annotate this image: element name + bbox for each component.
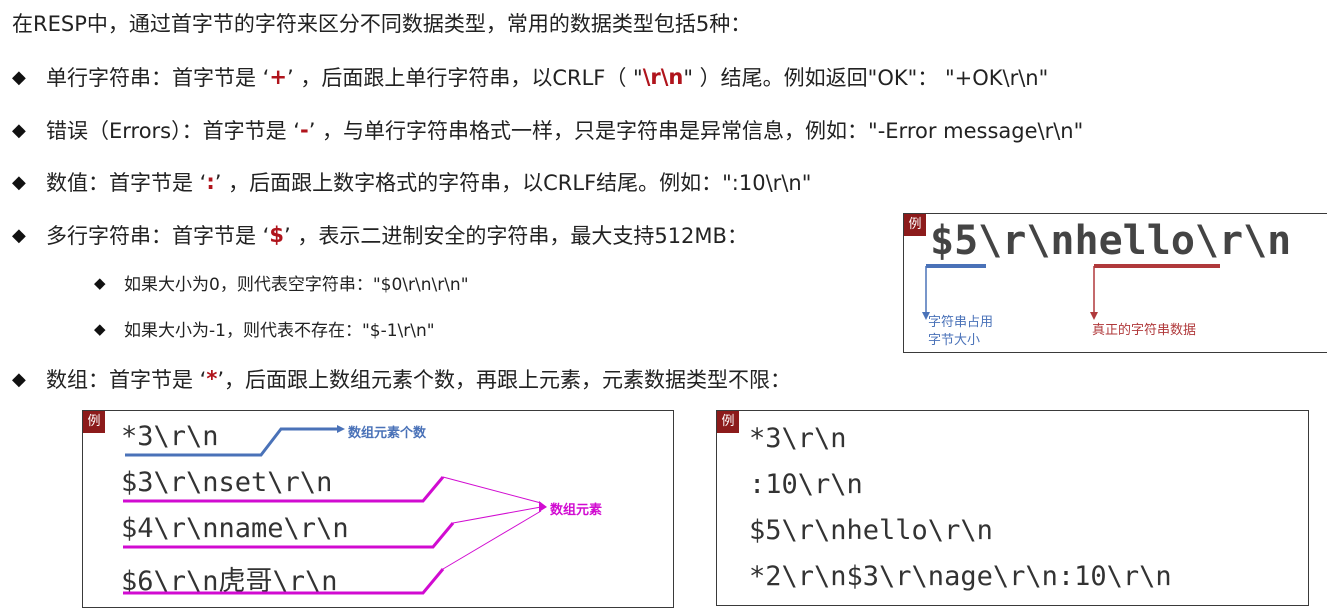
intro-text: 在RESP中，通过首字节的字符来区分不同数据类型，常用的数据类型包括5种： <box>12 12 752 36</box>
bullet-text-pre: 多行字符串：首字节是 ‘ <box>46 224 270 248</box>
element-arrow-icon <box>539 501 547 512</box>
bullet-text-tail: " ）结尾。例如返回"OK"： "+OK\r\n" <box>683 66 1049 90</box>
array-example-box: 例 *3\r\n $3\r\nset\r\n $4\r\nname\r\n $6… <box>82 410 674 608</box>
bullet-array: ◆ 数组：首字节是 ‘* ’，后面跟上数组元素个数，再跟上元素，元素数据类型不限： <box>12 364 791 394</box>
bullet-integer: ◆ 数值：首字节是 ‘:’ ，后面跟上数字格式的字符串，以CRLF结尾。例如："… <box>12 167 811 197</box>
bullet-errors: ◆ 错误（Errors）：首字节是 ‘-’ ，与单行字符串格式一样，只是字符串是… <box>12 115 1083 145</box>
sub-bullet-text: 如果大小为-1，则代表不存在："$-1\r\n" <box>124 321 435 341</box>
sub-bullet-null: ◆ 如果大小为-1，则代表不存在："$-1\r\n" <box>94 316 435 342</box>
bullet-text-pre: 错误（Errors）：首字节是 ‘ <box>46 119 300 143</box>
element-pointer-line <box>442 476 542 504</box>
sub-bullet-text: 如果大小为0，则代表空字符串："$0\r\n\r\n" <box>124 275 469 295</box>
data-note: 真正的字符串数据 <box>1092 323 1197 338</box>
element-underline <box>123 476 445 503</box>
bullet-text-pre: 数值：首字节是 ‘ <box>46 171 207 195</box>
type-mark: $ <box>269 223 284 247</box>
bullet-text-pre: 单行字符串：首字节是 ‘ <box>46 66 270 90</box>
example-tag: 例 <box>717 411 739 433</box>
bullet-bulk-string: ◆ 多行字符串：首字节是 ‘$’ ，表示二进制安全的字符串，最大支持512MB： <box>12 220 748 250</box>
elements-note: 数组元素 <box>550 503 603 518</box>
size-note: 字符串占用 字节大小 <box>928 315 994 348</box>
count-underline <box>125 427 337 457</box>
bulk-string-example-box: 例 $5\r\nhello\r\n 字符串占用 字节大小 真正的字符串数据 <box>903 213 1327 353</box>
crlf-mark: \r\n <box>642 65 684 89</box>
diamond-bullet-icon: ◆ <box>12 66 26 88</box>
count-note: 数组元素个数 <box>348 426 427 441</box>
diamond-bullet-icon: ◆ <box>12 171 26 193</box>
array2-code-line: $5\r\nhello\r\n <box>749 515 993 546</box>
element-underline <box>123 568 445 595</box>
sub-bullet-empty: ◆ 如果大小为0，则代表空字符串："$0\r\n\r\n" <box>94 270 469 296</box>
type-mark: + <box>269 65 287 89</box>
array2-code-line: :10\r\n <box>749 469 863 500</box>
array-example-2-box: 例 *3\r\n :10\r\n $5\r\nhello\r\n *2\r\n$… <box>716 410 1309 606</box>
diamond-bullet-icon: ◆ <box>94 319 106 338</box>
bullet-text-pre: 数组：首字节是 ‘ <box>46 368 207 392</box>
array2-code-line: *2\r\n$3\r\nage\r\n:10\r\n <box>749 561 1172 592</box>
bullet-text-post: ’ ，后面跟上单行字符串，以CRLF（ " <box>286 66 643 90</box>
type-mark: - <box>299 118 309 142</box>
diamond-bullet-icon: ◆ <box>94 273 106 292</box>
bullet-text-post: ’ ，表示二进制安全的字符串，最大支持512MB： <box>283 224 748 248</box>
count-arrow-icon <box>337 425 345 433</box>
element-pointer-line <box>442 510 542 570</box>
bullet-text-post: ’，后面跟上数组元素个数，再跟上元素，元素数据类型不限： <box>217 368 792 392</box>
diamond-bullet-icon: ◆ <box>12 119 26 141</box>
type-mark: * <box>206 367 218 391</box>
bullet-text-post: ’ ，后面跟上数字格式的字符串，以CRLF结尾。例如：":10\r\n" <box>214 171 812 195</box>
type-mark: : <box>206 170 215 194</box>
array2-code-line: *3\r\n <box>749 423 847 454</box>
diamond-bullet-icon: ◆ <box>12 368 26 390</box>
bullet-simple-string: ◆ 单行字符串：首字节是 ‘+’ ，后面跟上单行字符串，以CRLF（ " \r\n… <box>12 62 1048 92</box>
element-pointer-line <box>452 506 542 524</box>
element-underline <box>123 522 455 549</box>
bullet-text-post: ’ ，与单行字符串格式一样，只是字符串是异常信息，例如："-Error mess… <box>308 119 1084 143</box>
diamond-bullet-icon: ◆ <box>12 224 26 246</box>
